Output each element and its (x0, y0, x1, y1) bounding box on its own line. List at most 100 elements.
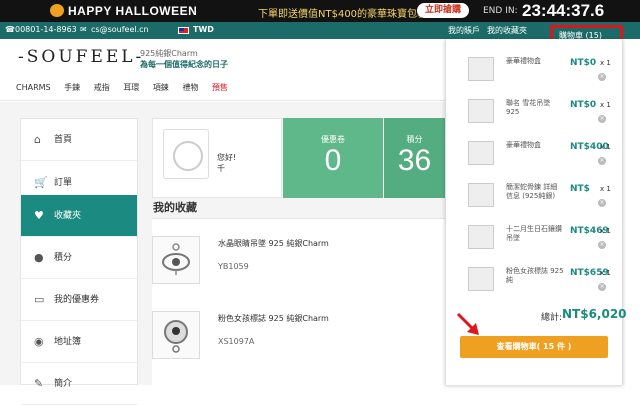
promo-message: 下單即送價值NT$400的豪華珠寶包裝盒 (258, 9, 438, 20)
list-item[interactable]: 粉色女孩標誌 925 純銀Charm XS1097A (152, 311, 445, 381)
remove-icon[interactable]: × (598, 199, 606, 207)
nav-bracelets[interactable]: 手鍊 (64, 83, 80, 92)
remove-icon[interactable]: × (598, 115, 606, 123)
view-cart-button[interactable]: 查看購物車( 15 件 ) (460, 336, 608, 358)
nav-necklaces[interactable]: 項鍊 (153, 83, 169, 92)
favorites-list: 水晶眼睛吊墜 925 純銀Charm YB1059 粉色女孩標誌 925 純銀C… (152, 218, 445, 385)
avatar[interactable] (163, 129, 209, 179)
greeting: 您好! (217, 153, 237, 162)
favorite-name[interactable]: 水晶眼睛吊墜 925 純銀Charm (218, 238, 329, 249)
cart-item-image (468, 141, 494, 165)
nav-gifts[interactable]: 禮物 (182, 83, 198, 92)
cart-item-qty: x 1 (600, 101, 611, 109)
cart-item-qty: x 1 (600, 269, 611, 277)
cart-item-qty: x 1 (600, 185, 611, 193)
account-link[interactable]: 我的賬戶 (448, 25, 480, 36)
cart-item[interactable]: 粉色女孩標誌 925 純 NT$659 x 1 × (446, 257, 622, 301)
favorites-link[interactable]: 我的收藏夾 (487, 25, 527, 36)
nav-presale[interactable]: 預售 (212, 83, 228, 92)
favorite-sku: XS1097A (218, 337, 255, 346)
cart-item-price: NT$0 (570, 100, 597, 110)
stat-value: 0 (324, 144, 342, 177)
sidebar-item-label: 我的優惠券 (54, 295, 100, 305)
cart-item-name[interactable]: 十二月生日石鑲鑽吊墜 (506, 225, 564, 243)
heart-icon: ♥ (34, 209, 44, 222)
total-label: 總計: (541, 313, 563, 323)
cart-item-name[interactable]: 粉色女孩標誌 925 純 (506, 267, 564, 285)
cart-item-name[interactable]: 簡潔蛇骨鍊 詳細信息 (925純銀) (506, 183, 564, 201)
cart-item-qty: x 1 (600, 143, 611, 151)
pencil-icon: ✎ (34, 377, 44, 390)
cart-item-qty: x 1 (600, 59, 611, 67)
cart-item[interactable]: 聯名 雪花吊墜 925 NT$0 x 1 × (446, 89, 622, 133)
favorites-title: 我的收藏 (153, 201, 197, 214)
mail-icon: ✉ (80, 25, 87, 34)
cart-icon: 🛒 (34, 176, 48, 189)
nav-charms[interactable]: CHARMS (16, 83, 51, 92)
cart-item-image (468, 57, 494, 81)
site-header: -SOUFEEL- 925純銀Charm 為每一個值得紀念的日子 CHARMS … (0, 39, 445, 101)
cart-item-image (468, 225, 494, 249)
currency-selector[interactable]: TWD (193, 25, 214, 34)
sidebar-item-profile[interactable]: ✎ 簡介 (21, 363, 137, 405)
logo[interactable]: -SOUFEEL- (18, 47, 144, 67)
cart-item[interactable]: 豪華禮物盒 NT$0 x 1 × (446, 47, 622, 91)
sidebar-item-home[interactable]: ⌂ 首頁 (21, 119, 137, 161)
coupon-stat[interactable]: 優惠卷 0 (283, 118, 383, 198)
nav-rings[interactable]: 戒指 (94, 83, 110, 92)
cart-item[interactable]: 簡潔蛇骨鍊 詳細信息 (925純銀) NT$ x 1 × (446, 173, 622, 217)
phone-number[interactable]: 00801-14-8963 (15, 25, 77, 34)
account-sidebar: ⌂ 首頁 🛒 訂單 ♥ 收藏夾 ● 積分 ▭ 我的優惠券 ◉ 地址簿 ✎ 簡介 (20, 118, 138, 405)
sidebar-item-label: 收藏夾 (54, 211, 82, 221)
location-pin-icon: ◉ (34, 335, 44, 348)
red-arrow-icon (456, 312, 479, 335)
coupon-icon: ▭ (34, 293, 45, 306)
cart-item-image (468, 183, 494, 207)
buy-now-button[interactable]: 立即搶購 (417, 3, 469, 18)
sidebar-item-label: 積分 (54, 253, 73, 263)
promo-banner: HAPPY HALLOWEEN 下單即送價值NT$400的豪華珠寶包裝盒 立即搶… (0, 0, 640, 22)
remove-icon[interactable]: × (598, 73, 606, 81)
remove-icon[interactable]: × (598, 157, 606, 165)
sidebar-item-points[interactable]: ● 積分 (21, 237, 137, 279)
cart-item-price: NT$0 (570, 58, 597, 68)
sidebar-item-favorites[interactable]: ♥ 收藏夾 (21, 195, 137, 237)
sidebar-item-label: 簡介 (54, 379, 73, 389)
remove-icon[interactable]: × (598, 283, 606, 291)
list-item[interactable]: 水晶眼睛吊墜 925 純銀Charm YB1059 (152, 236, 445, 306)
cart-item[interactable]: 十二月生日石鑲鑽吊墜 NT$469 x 1 × (446, 215, 622, 259)
promo-title: HAPPY HALLOWEEN (68, 4, 198, 18)
tagline-top: 925純銀Charm (140, 49, 198, 58)
stat-value: 36 (397, 144, 432, 177)
nav-earrings[interactable]: 耳環 (123, 83, 139, 92)
eye-charm-thumbnail[interactable] (152, 236, 200, 284)
girl-charm-thumbnail[interactable] (152, 311, 200, 359)
user-name: 千 (217, 164, 225, 173)
favorite-sku: YB1059 (218, 262, 249, 271)
view-cart-label: 查看購物車( 15 件 ) (496, 342, 572, 351)
tagline-bottom: 為每一個值得紀念的日子 (140, 60, 228, 69)
cart-item-price: NT$ (570, 184, 590, 194)
sidebar-item-coupons[interactable]: ▭ 我的優惠券 (21, 279, 137, 321)
favorite-name[interactable]: 粉色女孩標誌 925 純銀Charm (218, 313, 329, 324)
pumpkin-icon (50, 4, 64, 17)
cart-item-name[interactable]: 豪華禮物盒 (506, 57, 564, 66)
points-stat[interactable]: 積分 36 (384, 118, 445, 198)
remove-icon[interactable]: × (598, 241, 606, 249)
main-nav: CHARMS 手鍊 戒指 耳環 項鍊 禮物 預售 (16, 82, 239, 93)
home-icon: ⌂ (34, 133, 41, 146)
cart-item-name[interactable]: 聯名 雪花吊墜 925 (506, 99, 564, 117)
email-link[interactable]: cs@soufeel.cn (91, 25, 149, 34)
top-bar: ☎ 00801-14-8963 ✉ cs@soufeel.cn TWD 我的賬戶… (0, 22, 640, 39)
taiwan-flag-icon (178, 27, 189, 34)
profile-card: 您好! 千 (152, 118, 282, 198)
cart-item-image (468, 267, 494, 291)
phone-icon: ☎ (5, 25, 15, 34)
cart-item-name[interactable]: 豪華禮物盒 (506, 141, 564, 150)
piggy-bank-icon: ● (34, 251, 44, 264)
sidebar-item-label: 地址簿 (54, 337, 82, 347)
end-in-label: END IN: (483, 6, 518, 16)
cart-item[interactable]: 豪華禮物盒 NT$400 x 1 × (446, 131, 622, 175)
sidebar-item-label: 首頁 (54, 135, 73, 145)
sidebar-item-address[interactable]: ◉ 地址簿 (21, 321, 137, 363)
